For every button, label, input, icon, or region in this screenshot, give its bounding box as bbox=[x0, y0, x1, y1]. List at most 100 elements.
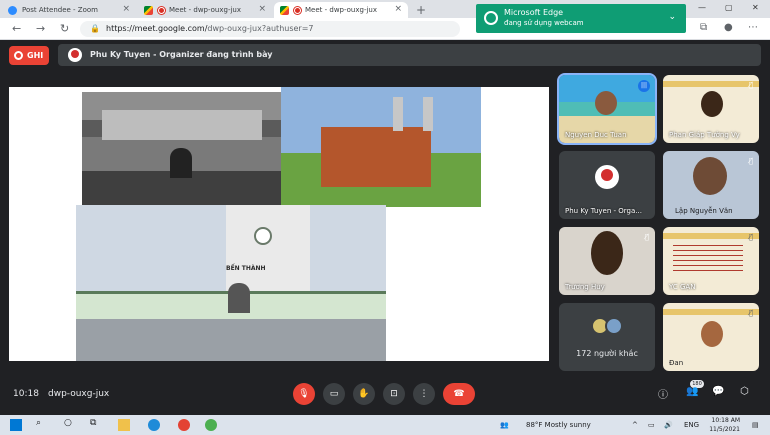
chevron-down-icon[interactable]: ⌄ bbox=[668, 12, 676, 22]
raise-hand-button[interactable]: ✋ bbox=[353, 383, 375, 405]
poster-text bbox=[673, 245, 743, 275]
refresh-icon[interactable]: ↻ bbox=[60, 22, 69, 35]
participant-tile[interactable]: 🎙̸ Phan Giáp Tường Vy bbox=[663, 75, 759, 143]
tab-meet-1[interactable]: Meet - dwp-ouxg-jux × bbox=[138, 2, 272, 18]
participant-tile[interactable]: 🎙̸ YC GẠN bbox=[663, 227, 759, 295]
url-path: dwp-ouxg-jux?authuser=7 bbox=[207, 24, 314, 33]
participant-name: Phu Ky Tuyen - Orga... bbox=[565, 207, 642, 215]
people-icon[interactable]: 👥 bbox=[500, 421, 509, 429]
recording-icon bbox=[294, 6, 301, 14]
meet-icon bbox=[144, 6, 153, 15]
cathedral-spire bbox=[423, 97, 433, 131]
more-icon[interactable]: ⋯ bbox=[748, 22, 758, 33]
photo-cathedral bbox=[281, 87, 481, 207]
tab-title: Meet - dwp-ouxg-jux bbox=[305, 6, 377, 14]
network-icon[interactable]: ▭ bbox=[648, 421, 655, 429]
close-icon[interactable]: × bbox=[258, 4, 266, 14]
participant-face bbox=[595, 91, 617, 115]
cathedral-body bbox=[321, 127, 431, 187]
windows-start-icon[interactable] bbox=[10, 419, 22, 431]
more-options-button[interactable]: ⋮ bbox=[413, 383, 435, 405]
participant-tile[interactable]: 🎙̸ Lập Nguyễn Văn bbox=[663, 151, 759, 219]
photo-old-building bbox=[82, 92, 282, 205]
clock-time: 10:18 AM bbox=[711, 417, 740, 424]
notification-icon[interactable]: ▤ bbox=[752, 421, 759, 429]
minimize-icon[interactable]: — bbox=[698, 0, 706, 16]
new-tab-button[interactable]: + bbox=[416, 2, 426, 18]
volume-icon[interactable]: 🔊 bbox=[664, 421, 673, 429]
close-icon[interactable]: × bbox=[122, 4, 130, 14]
more-participants-tile[interactable]: 172 người khác bbox=[559, 303, 655, 371]
tray-chevron-icon[interactable]: ^ bbox=[632, 421, 638, 429]
tab-zoom[interactable]: Post Attendee - Zoom × bbox=[2, 2, 136, 18]
mic-off-icon: 🎙̸ bbox=[748, 309, 753, 317]
mic-off-icon: 🎙̸ bbox=[748, 233, 753, 241]
participant-avatar bbox=[595, 165, 619, 189]
more-participants-count: 172 người khác bbox=[576, 349, 638, 358]
taskbar-clock[interactable]: 10:18 AM 11/5/2021 bbox=[709, 416, 740, 434]
cortana-icon[interactable]: ○ bbox=[64, 418, 72, 428]
camera-button[interactable]: ▭ bbox=[323, 383, 345, 405]
close-icon[interactable]: × bbox=[394, 4, 402, 14]
participant-name: Lập Nguyễn Văn bbox=[675, 207, 733, 215]
participant-face bbox=[701, 91, 723, 117]
file-explorer-icon[interactable] bbox=[118, 419, 130, 431]
participant-tile[interactable]: 🎙̸ Trương Huy bbox=[559, 227, 655, 295]
market-sign: BẾN THÀNH bbox=[226, 265, 266, 272]
clock-date: 11/5/2021 bbox=[709, 426, 740, 433]
webcam-notification[interactable]: Microsoft Edge đang sử dụng webcam ⌄ bbox=[476, 4, 686, 33]
screen: Post Attendee - Zoom × Meet - dwp-ouxg-j… bbox=[0, 0, 770, 435]
participant-name: YC GẠN bbox=[669, 283, 696, 291]
meeting-time: 10:18 bbox=[13, 389, 39, 399]
participant-tile[interactable]: Phu Ky Tuyen - Orga... bbox=[559, 151, 655, 219]
tab-title: Post Attendee - Zoom bbox=[22, 6, 98, 14]
chrome-icon[interactable] bbox=[178, 419, 190, 431]
forward-icon[interactable]: → bbox=[36, 22, 45, 35]
building-door bbox=[170, 148, 192, 178]
mic-off-icon: 🎙̸ bbox=[644, 233, 649, 241]
presenter-avatar bbox=[68, 48, 82, 62]
back-icon[interactable]: ← bbox=[12, 22, 21, 35]
recording-badge[interactable]: GHI bbox=[9, 46, 49, 65]
weather-text[interactable]: 88°F Mostly sunny bbox=[526, 421, 591, 429]
shared-screen: Chợ Bến Thành BẾN THÀNH bbox=[9, 87, 549, 361]
language-indicator[interactable]: ENG bbox=[684, 421, 699, 429]
chrome-profile-icon[interactable] bbox=[205, 419, 217, 431]
tab-meet-2[interactable]: Meet - dwp-ouxg-jux × bbox=[274, 2, 408, 18]
collections-icon[interactable]: ⧉ bbox=[700, 22, 707, 33]
poster-band bbox=[663, 309, 759, 315]
presenter-text: Phu Ky Tuyen - Organizer đang trình bày bbox=[90, 50, 273, 59]
lock-icon: 🔒 bbox=[90, 24, 100, 33]
close-window-icon[interactable]: ✕ bbox=[752, 0, 759, 16]
activities-icon[interactable]: ⬡ bbox=[740, 386, 749, 397]
participant-tile[interactable]: 🎙̸ Đan bbox=[663, 303, 759, 371]
leave-call-button[interactable]: ☎ bbox=[443, 383, 475, 405]
recording-icon bbox=[158, 6, 165, 14]
participant-avatar bbox=[605, 317, 623, 335]
meeting-code: dwp-ouxg-jux bbox=[48, 389, 110, 399]
participant-name: Đan bbox=[669, 359, 684, 367]
participant-tile[interactable]: ||| Nguyen Duc Tuan bbox=[557, 73, 657, 145]
tab-title: Meet - dwp-ouxg-jux bbox=[169, 6, 241, 14]
mic-off-button[interactable]: 🎙 bbox=[293, 383, 315, 405]
record-label: GHI bbox=[27, 51, 44, 60]
presenter-bar: Phu Ky Tuyen - Organizer đang trình bày bbox=[58, 44, 761, 66]
market-arch bbox=[228, 283, 250, 313]
participant-name: Phan Giáp Tường Vy bbox=[669, 131, 740, 139]
maximize-icon[interactable]: ▢ bbox=[725, 0, 733, 16]
record-icon bbox=[14, 51, 23, 60]
chat-icon[interactable]: 💬 bbox=[712, 386, 724, 397]
edge-icon[interactable] bbox=[148, 419, 160, 431]
info-icon[interactable]: ⓘ bbox=[658, 386, 668, 401]
speaking-icon: ||| bbox=[638, 80, 650, 92]
profile-icon[interactable]: ● bbox=[724, 22, 733, 33]
present-button[interactable]: ⊡ bbox=[383, 383, 405, 405]
address-bar[interactable]: 🔒 https://meet.google.com/dwp-ouxg-jux?a… bbox=[80, 21, 460, 37]
task-view-icon[interactable]: ⧉ bbox=[90, 418, 96, 428]
taskbar: ⌕ ○ ⧉ 👥 88°F Mostly sunny ^ ▭ 🔊 ENG 10:1… bbox=[0, 415, 770, 435]
webcam-icon bbox=[484, 11, 498, 25]
photo-market: BẾN THÀNH bbox=[76, 205, 386, 361]
search-icon[interactable]: ⌕ bbox=[36, 418, 41, 428]
participant-face bbox=[591, 231, 623, 275]
people-icon[interactable]: 👥 bbox=[686, 386, 698, 397]
